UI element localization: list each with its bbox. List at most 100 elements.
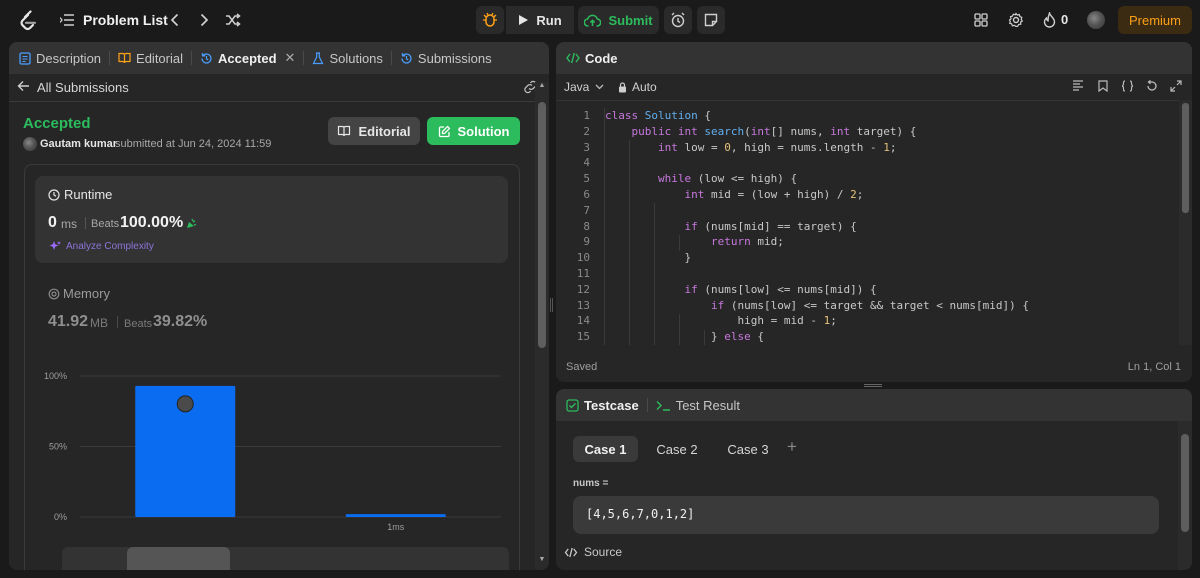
play-icon — [518, 14, 529, 26]
code-line[interactable]: if (nums[mid] == target) { — [605, 219, 1029, 235]
code-line[interactable]: } — [605, 250, 1029, 266]
leetcode-logo-icon[interactable] — [18, 9, 40, 31]
code-line[interactable]: if (nums[low] <= target && target < nums… — [605, 298, 1029, 314]
timer-button[interactable] — [664, 6, 692, 34]
shuffle-icon[interactable] — [224, 12, 241, 28]
scroll-thumb[interactable] — [538, 102, 546, 348]
sparkle-icon — [49, 240, 61, 252]
code-line[interactable] — [605, 266, 1029, 282]
curly-braces-icon[interactable] — [1121, 80, 1135, 93]
code-line[interactable]: if (nums[low] <= nums[mid]) { — [605, 282, 1029, 298]
code-line[interactable]: } else { — [605, 329, 1029, 345]
line-number: 9 — [583, 235, 590, 249]
close-tab-icon[interactable]: ✕ — [285, 50, 296, 66]
divider — [9, 101, 535, 102]
memory-title: Memory — [63, 286, 110, 301]
notes-button[interactable] — [697, 6, 725, 34]
code-line[interactable] — [605, 155, 1029, 171]
list-icon[interactable] — [60, 13, 74, 27]
code-line[interactable]: int low = 0, high = nums.length - 1; — [605, 140, 1029, 156]
chevron-down-icon — [595, 84, 604, 90]
code-line[interactable]: return mid; — [605, 234, 1029, 250]
divider — [85, 217, 86, 229]
code-line[interactable]: while (low <= high) { — [605, 171, 1029, 187]
tab-submissions[interactable]: Submissions — [392, 42, 500, 74]
code-line[interactable]: public int search(int[] nums, int target… — [605, 124, 1029, 140]
nums-input[interactable]: [4,5,6,7,0,1,2] — [573, 496, 1159, 534]
chevron-left-icon[interactable] — [166, 12, 182, 28]
all-submissions-link[interactable]: All Submissions — [37, 80, 129, 95]
runtime-box[interactable]: Runtime 0 ms Beats 100.00% Analyze Compl… — [35, 176, 508, 263]
code-brackets-icon — [566, 52, 580, 64]
terminal-icon — [656, 400, 671, 411]
case-1-tab[interactable]: Case 1 — [573, 436, 638, 462]
user-avatar[interactable] — [23, 137, 37, 151]
layout-grid-icon[interactable] — [973, 12, 989, 28]
testcase-scrollbar[interactable] — [1178, 421, 1192, 570]
submit-button[interactable]: Submit — [578, 6, 659, 34]
code-scrollbar[interactable] — [1179, 100, 1192, 345]
case-2-tab[interactable]: Case 2 — [644, 436, 710, 462]
tab-accepted[interactable]: Accepted ✕ — [192, 42, 303, 74]
tab-description[interactable]: Description — [9, 42, 109, 74]
line-number: 2 — [583, 124, 590, 138]
code-content[interactable]: class Solution { public int search(int[]… — [605, 108, 1029, 345]
solution-button[interactable]: Solution — [427, 117, 520, 145]
runtime-beats-value: 100.00% — [120, 214, 184, 231]
language-select[interactable]: Java — [564, 80, 604, 94]
avatar[interactable] — [1087, 11, 1105, 29]
add-case-button[interactable]: + — [787, 437, 797, 457]
reset-icon[interactable] — [1146, 80, 1159, 93]
tab-solutions[interactable]: Solutions — [304, 42, 390, 74]
tab-testcase-label: Testcase — [584, 397, 639, 413]
editorial-button[interactable]: Editorial — [328, 117, 420, 145]
testcase-scroll-thumb[interactable] — [1181, 434, 1189, 532]
param-label: nums = — [573, 478, 609, 489]
tab-solutions-label: Solutions — [329, 50, 383, 66]
run-button[interactable]: Run — [506, 6, 574, 34]
cloud-upload-icon — [584, 14, 602, 27]
scroll-down-icon[interactable]: ▼ — [538, 556, 546, 564]
tab-testcase[interactable]: Testcase — [556, 389, 647, 421]
line-number: 12 — [576, 282, 590, 296]
bar-1ms[interactable] — [345, 514, 446, 517]
chevron-right-icon[interactable] — [196, 12, 212, 28]
code-line[interactable] — [605, 203, 1029, 219]
testcase-tab-bar: Testcase Test Result — [556, 389, 1192, 421]
expand-icon[interactable] — [1170, 80, 1183, 93]
solution-button-label: Solution — [457, 123, 510, 139]
code-line[interactable]: high = mid - 1; — [605, 313, 1029, 329]
panel-resize-handle[interactable] — [550, 298, 553, 312]
code-scroll-thumb[interactable] — [1182, 103, 1189, 213]
gear-icon[interactable] — [1007, 11, 1025, 29]
analyze-complexity-link[interactable]: Analyze Complexity — [66, 241, 154, 252]
bookmark-icon[interactable] — [1098, 80, 1111, 93]
runtime-beats-label: Beats — [91, 218, 120, 230]
tab-test-result[interactable]: Test Result — [648, 389, 748, 421]
auto-mode[interactable]: Auto — [618, 80, 657, 94]
tab-test-result-label: Test Result — [675, 397, 740, 413]
format-icon[interactable] — [1072, 80, 1085, 93]
debug-button[interactable] — [476, 6, 504, 34]
chart-scroll-track[interactable] — [62, 547, 509, 570]
submitter-name[interactable]: Gautam kumar — [40, 138, 117, 150]
panel-resize-handle[interactable] — [864, 384, 882, 387]
source-link[interactable]: Source — [564, 545, 622, 559]
fire-icon[interactable] — [1041, 11, 1057, 29]
tab-editorial[interactable]: Editorial — [110, 42, 191, 74]
problem-list-link[interactable]: Problem List — [83, 12, 168, 28]
case-3-tab[interactable]: Case 3 — [716, 436, 780, 462]
code-line[interactable]: class Solution { — [605, 108, 1029, 124]
code-line[interactable]: int mid = (low + high) / 2; — [605, 187, 1029, 203]
left-tab-bar: Description Editorial Accepted ✕ Solutio… — [9, 42, 549, 74]
tab-code[interactable]: Code — [556, 42, 626, 74]
premium-button[interactable]: Premium — [1118, 6, 1192, 34]
divider — [117, 316, 118, 328]
tab-submissions-label: Submissions — [417, 50, 492, 66]
scrollbar[interactable]: ▲ ▼ — [535, 82, 549, 570]
code-editor[interactable]: 1 2 3 4 5 6 7 8 9 10 11 12 13 14 15 class Solution { p… — [556, 108, 1181, 345]
scroll-up-icon[interactable]: ▲ — [538, 82, 546, 90]
history-icon — [200, 52, 213, 65]
back-arrow-icon[interactable] — [17, 80, 31, 94]
chart-scroll-thumb[interactable] — [127, 547, 230, 570]
